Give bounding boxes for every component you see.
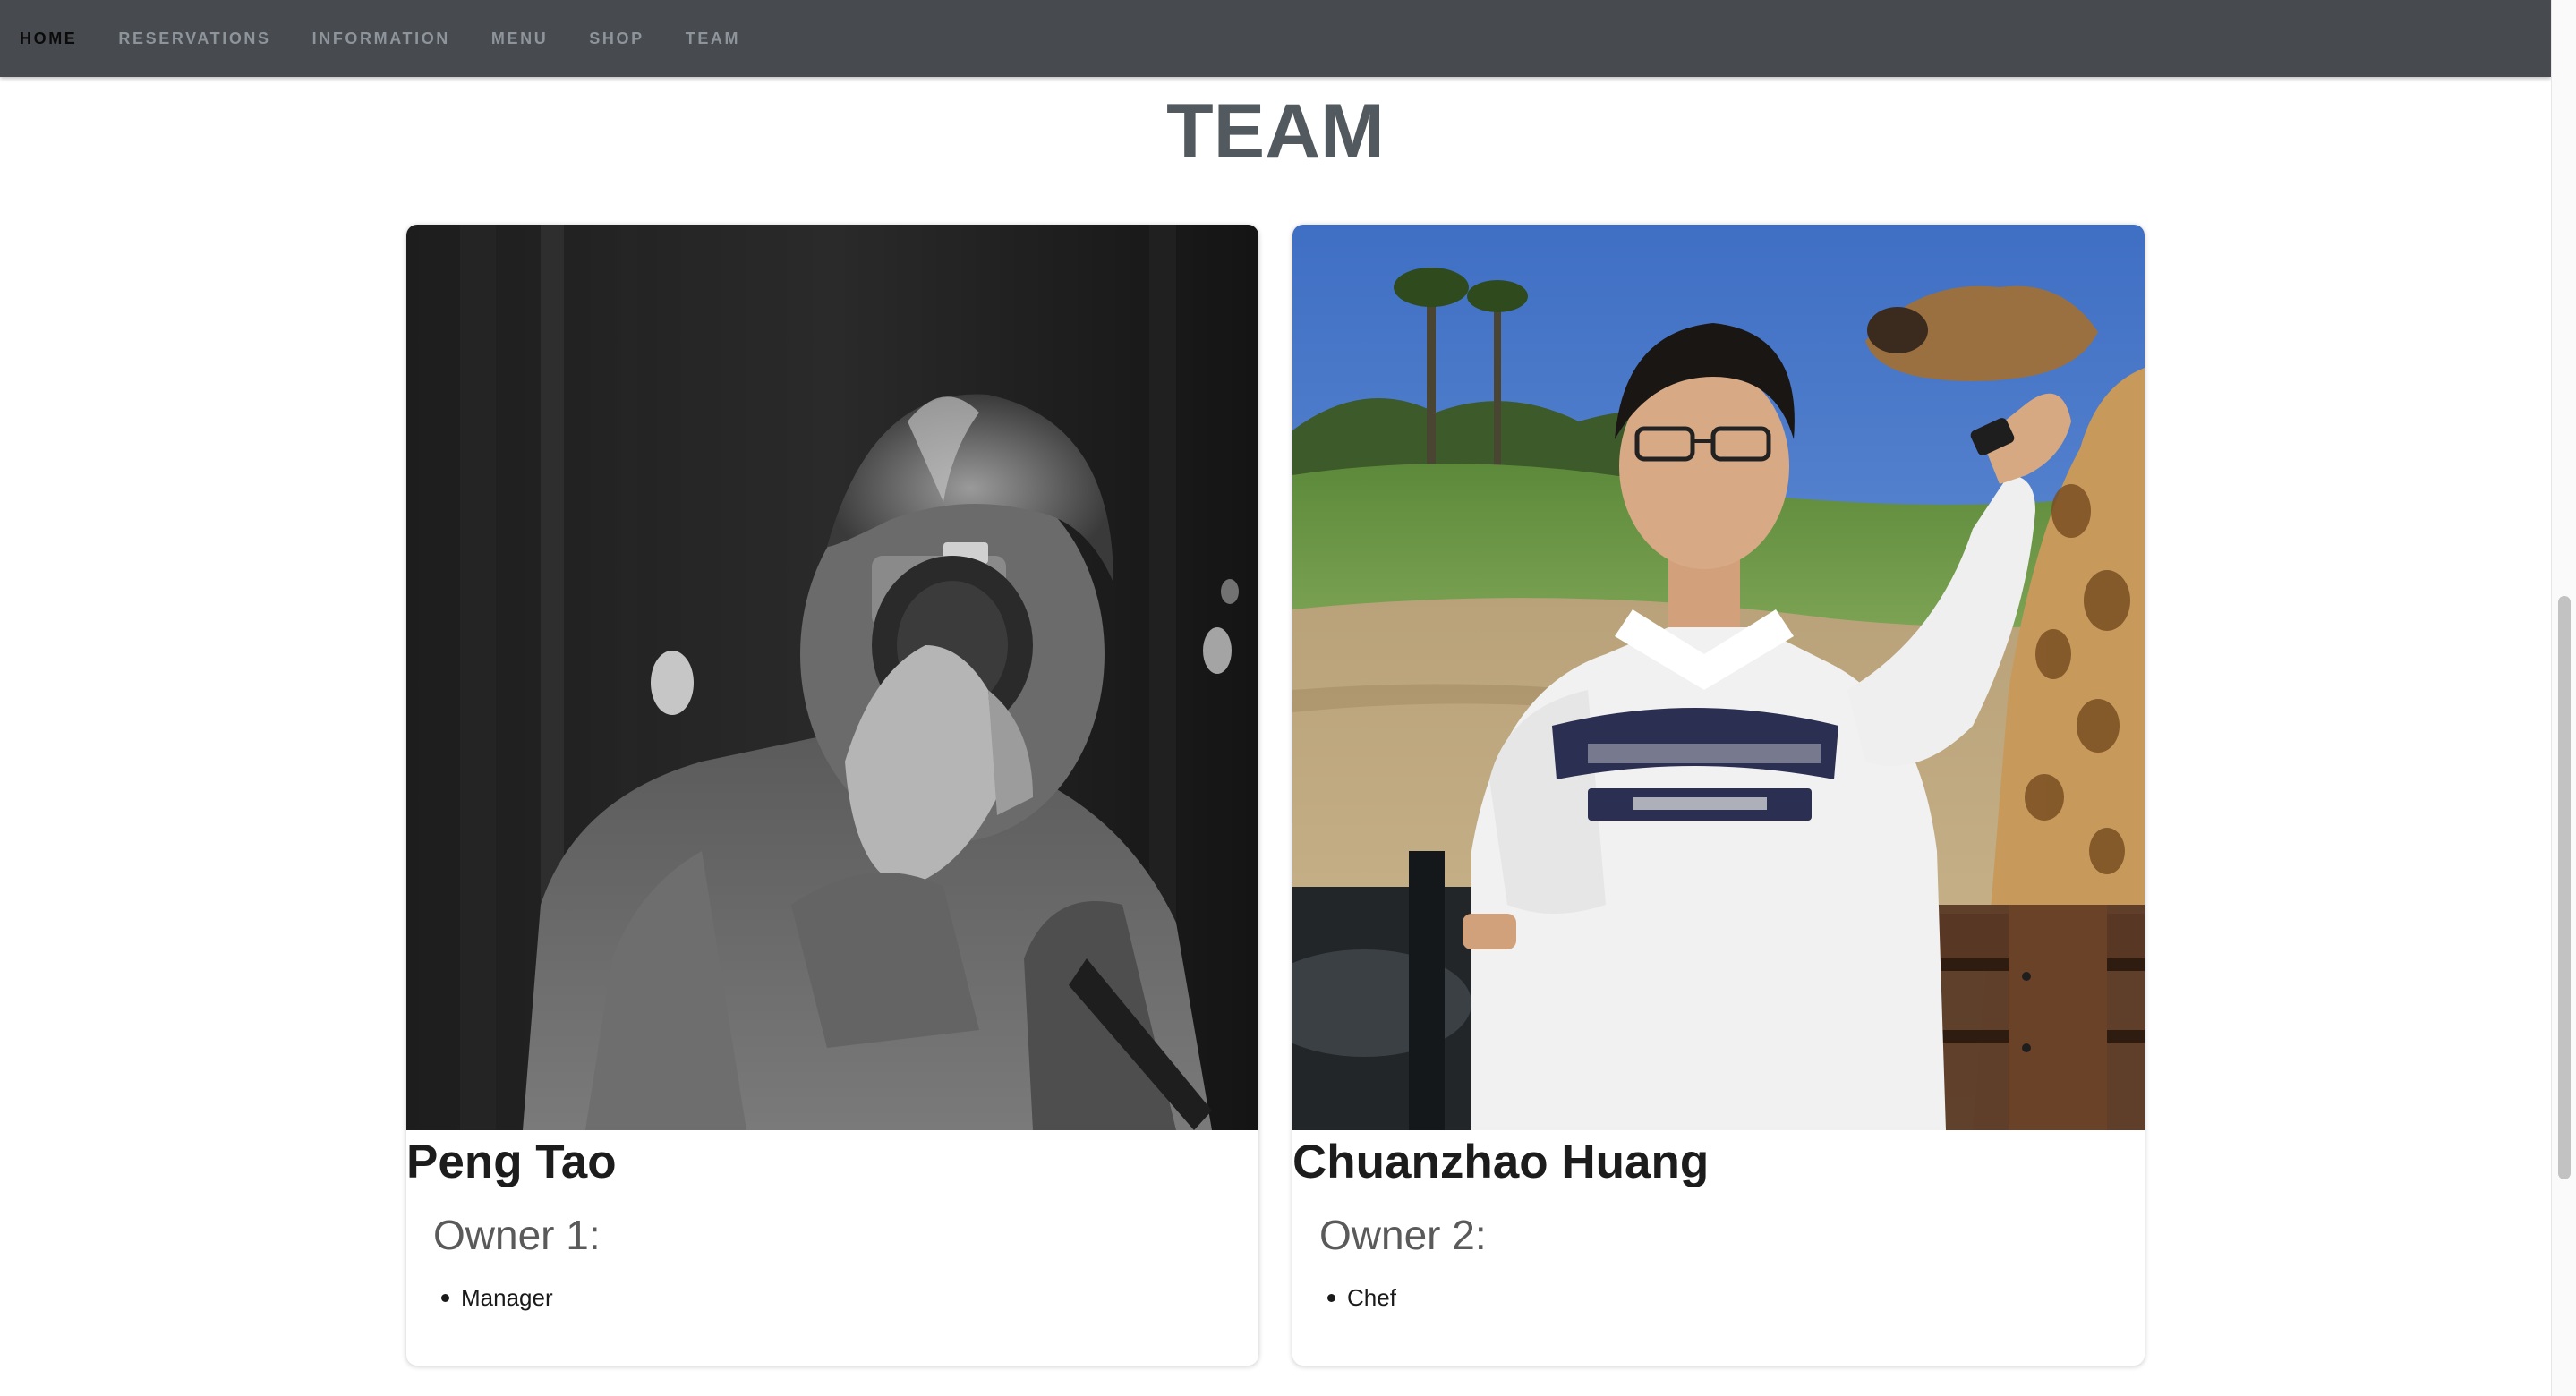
team-card-peng-tao: Peng Tao: [406, 225, 1258, 1366]
bullet-dot-icon: [441, 1294, 449, 1302]
team-member-name: Peng Tao: [406, 1136, 617, 1188]
nav-shop-link[interactable]: SHOP: [589, 30, 644, 48]
page-viewport: HOME RESERVATIONS INFORMATION MENU SHOP …: [0, 0, 2551, 1396]
list-item: Manager: [433, 1281, 553, 1314]
nav-information-link[interactable]: INFORMATION: [312, 30, 450, 48]
nav-menu-link[interactable]: MENU: [491, 30, 548, 48]
team-role-owner-2: Owner 2:: [1319, 1212, 1487, 1258]
team-photo-peng-tao: [406, 225, 1258, 1130]
team-card-chuanzhao-huang: Chuanzhao Huang: [1292, 225, 2145, 1366]
nav-home-link[interactable]: HOME: [20, 30, 77, 48]
top-navbar: HOME RESERVATIONS INFORMATION MENU SHOP …: [0, 0, 2551, 77]
duty-list-peng-tao: Manager: [433, 1281, 553, 1314]
team-photo-chuanzhao-huang: [1292, 225, 2145, 1130]
team-member-name: Chuanzhao Huang: [1292, 1136, 1710, 1188]
team-role-owner-1: Owner 1:: [433, 1212, 601, 1258]
list-item: Chef: [1319, 1281, 1396, 1314]
page-title: TEAM: [1166, 89, 1385, 174]
vertical-scrollbar[interactable]: [2551, 0, 2576, 1396]
duty-label: Chef: [1347, 1284, 1396, 1311]
bullet-dot-icon: [1327, 1294, 1335, 1302]
duty-list-chuanzhao-huang: Chef: [1319, 1281, 1396, 1314]
duty-label: Manager: [461, 1284, 553, 1311]
nav-reservations-link[interactable]: RESERVATIONS: [118, 30, 270, 48]
nav-team-link[interactable]: TEAM: [686, 30, 740, 48]
scrollbar-thumb[interactable]: [2558, 596, 2571, 1179]
